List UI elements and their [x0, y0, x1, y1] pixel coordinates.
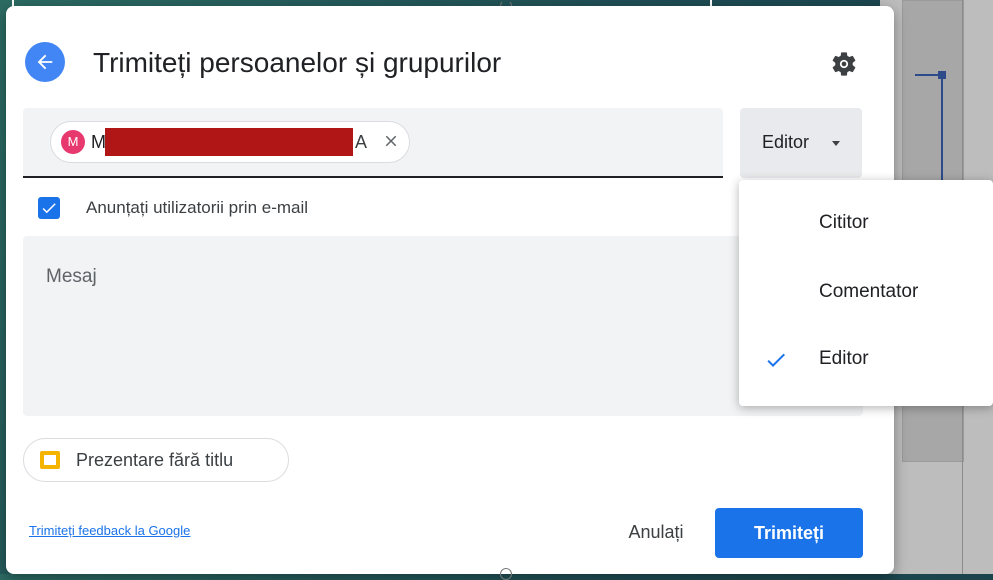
chevron-down-icon	[832, 141, 840, 146]
check-icon	[42, 203, 56, 214]
send-button[interactable]: Trimiteți	[715, 508, 863, 558]
close-icon	[385, 135, 397, 147]
feedback-link[interactable]: Trimiteți feedback la Google	[29, 523, 190, 538]
recipient-chip[interactable]: M M A	[50, 121, 410, 163]
notify-label: Anunțați utilizatorii prin e-mail	[86, 198, 309, 217]
role-menu-item-label: Editor	[819, 348, 869, 369]
role-dropdown[interactable]: Editor	[740, 108, 862, 178]
role-menu-item-editor[interactable]: Editor	[739, 330, 993, 390]
redacted-recipient-name	[105, 128, 353, 156]
role-menu-item-label: Cititor	[819, 212, 869, 233]
role-menu-item-label: Comentator	[819, 281, 919, 302]
message-field[interactable]: Mesaj	[23, 236, 863, 416]
back-arrow-icon	[37, 54, 53, 70]
remove-recipient-button[interactable]	[377, 127, 405, 155]
role-menu: Cititor Comentator Editor	[739, 180, 993, 406]
role-menu-item-commenter[interactable]: Comentator	[739, 263, 993, 323]
notify-checkbox[interactable]	[38, 197, 60, 219]
back-button[interactable]	[25, 42, 65, 82]
cancel-button[interactable]: Anulați	[608, 508, 704, 556]
role-menu-item-viewer[interactable]: Cititor	[739, 194, 993, 254]
file-name: Prezentare fără titlu	[76, 450, 234, 470]
file-chip[interactable]: Prezentare fără titlu	[23, 438, 289, 482]
role-dropdown-label: Editor	[762, 132, 810, 152]
recipient-name-end: A	[355, 132, 368, 152]
recipient-name-start: M	[91, 132, 106, 152]
dialog-title: Trimiteți persoanelor și grupurilor	[93, 47, 502, 78]
settings-button[interactable]	[828, 48, 860, 80]
avatar: M	[61, 130, 85, 154]
slides-file-icon	[40, 451, 60, 469]
background-handle	[500, 568, 512, 580]
message-placeholder: Mesaj	[46, 266, 97, 287]
recipients-input[interactable]: M M A	[23, 108, 723, 178]
check-icon	[767, 353, 785, 367]
gear-icon	[832, 52, 856, 76]
